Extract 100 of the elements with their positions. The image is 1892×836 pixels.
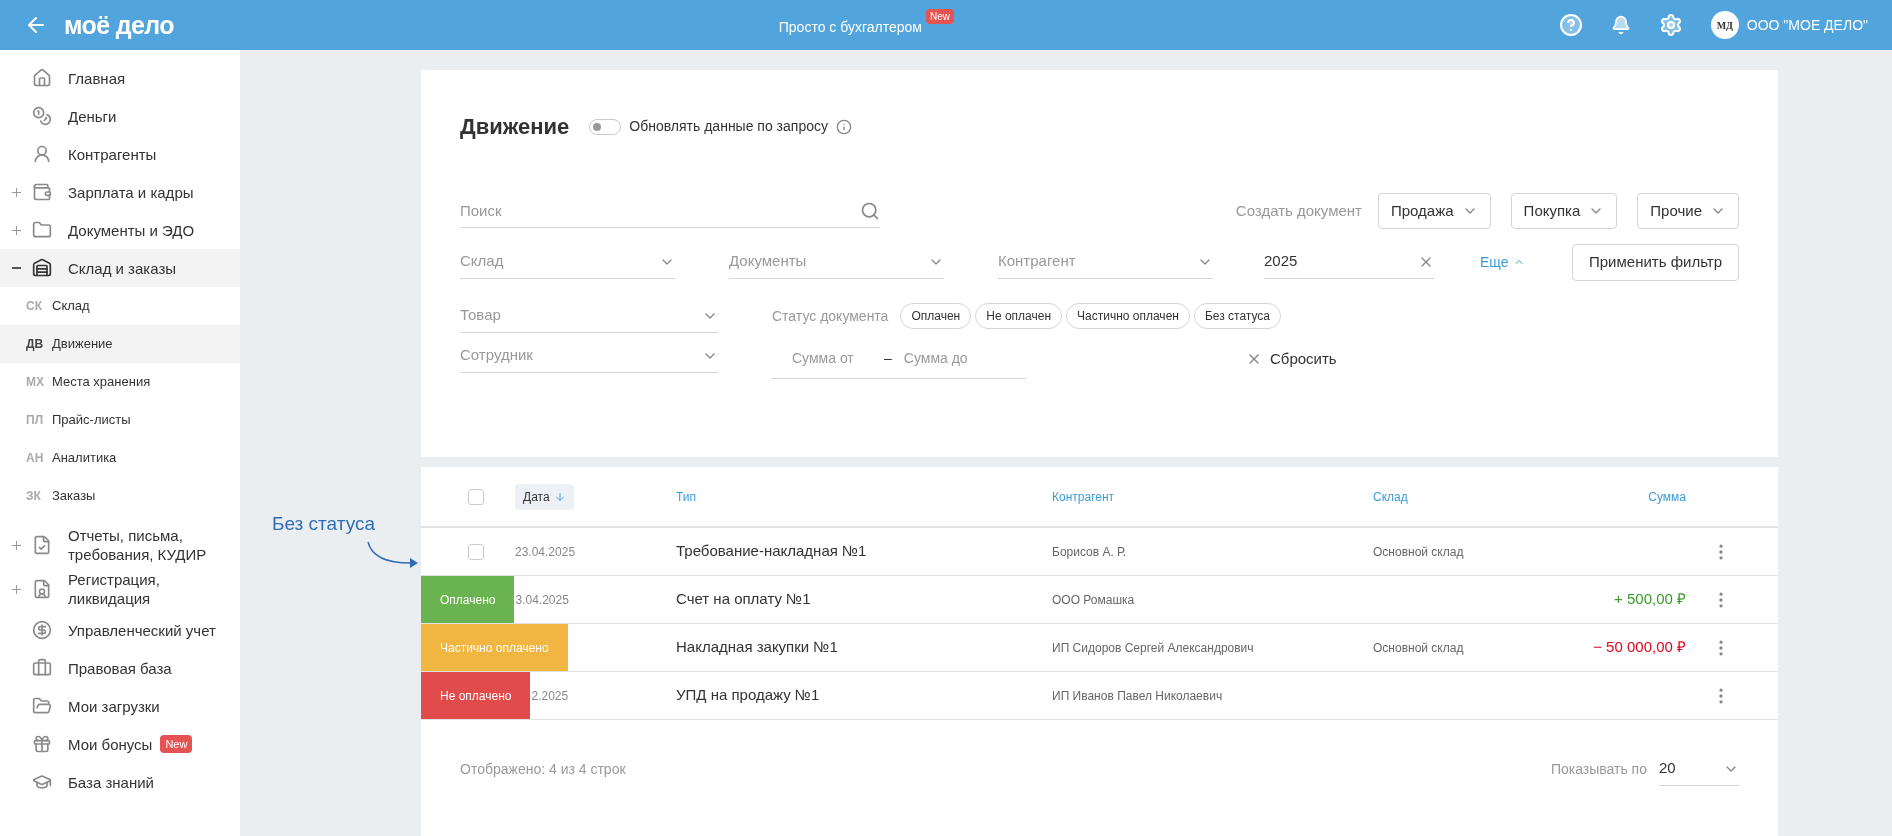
table-cell-text: Борисов А. Р. <box>1052 543 1128 561</box>
sidebar-item[interactable]: Мои загрузки <box>0 687 240 725</box>
sidebar-subitem[interactable]: ПЛ Прайс-листы <box>0 401 240 439</box>
sidebar-item[interactable]: Отчеты, письма, требования, КУДИР <box>0 523 240 567</box>
table-cell: Основной склад <box>1373 640 1464 655</box>
select-placeholder: Документы <box>729 251 807 272</box>
sidebar-item[interactable]: Регистрация, ликвидация <box>0 567 240 611</box>
sum-from-field[interactable]: Сумма от <box>772 339 872 379</box>
search-icon[interactable] <box>860 201 880 221</box>
search-field[interactable]: Поиск <box>460 194 880 228</box>
sort-down-icon <box>553 490 566 503</box>
sidebar-label: Места хранения <box>52 373 151 392</box>
expand-icon[interactable] <box>11 187 21 197</box>
toggle-label: Обновлять данные по запросу <box>629 117 828 136</box>
person-icon <box>32 144 52 164</box>
annotation-text: Без статуса <box>272 512 375 536</box>
info-icon[interactable] <box>836 118 852 135</box>
status-badge: Не оплачено <box>421 672 531 719</box>
table-cell-text: ИП Сидоров Сергей Александрович <box>1052 639 1255 657</box>
avatar[interactable]: МД <box>1710 11 1739 39</box>
select-placeholder: Склад <box>460 251 504 272</box>
sidebar-item[interactable]: Мои бонусы New <box>0 725 240 763</box>
sidebar-label: Аналитика <box>52 449 117 468</box>
table-cell-text: 23.04.2025 <box>515 543 577 561</box>
expand-icon[interactable] <box>11 540 21 550</box>
checkbox[interactable] <box>468 543 484 560</box>
select-placeholder: Сотрудник <box>460 345 533 366</box>
sidebar-item[interactable]: Склад и заказы <box>0 249 240 287</box>
sum-to-field[interactable]: Сумма до <box>903 339 1026 379</box>
gift-icon <box>32 734 52 754</box>
status-badge: Частично оплачено <box>421 624 568 671</box>
sidebar-label: Управленческий учет <box>68 620 216 640</box>
sidebar-item[interactable]: Правовая база <box>0 649 240 687</box>
sidebar-label: Прайс-листы <box>52 411 131 430</box>
reset-button[interactable]: Сбросить <box>1246 347 1337 371</box>
wallet-icon <box>32 182 52 202</box>
amount-cell: − 50 000,00 ₽ <box>1593 638 1686 656</box>
sidebar-subitem[interactable]: ЗК Заказы <box>0 477 240 515</box>
briefcase-icon <box>32 658 52 678</box>
subitem-abbreviation: МХ <box>26 374 45 391</box>
sidebar-subitem[interactable]: АН Аналитика <box>0 439 240 477</box>
toggle-switch[interactable] <box>589 118 622 135</box>
table-cell-text: 2.2025 <box>531 687 569 705</box>
table-cell[interactable]: Счет на оплату №1 <box>676 588 1052 611</box>
sidebar-label: Правовая база <box>68 658 172 678</box>
sidebar-subitem[interactable]: ДВ Движение <box>0 325 240 363</box>
sidebar-item[interactable]: Управленческий учет <box>0 611 240 649</box>
range-dash: – <box>872 339 904 379</box>
sidebar-label: Заказы <box>52 487 96 506</box>
sidebar-label: Зарплата и кадры <box>68 182 194 202</box>
expand-icon[interactable] <box>11 584 21 594</box>
table-cell[interactable]: УПД на продажу №1 <box>676 684 1052 707</box>
page-size-label: Показывать по <box>1550 759 1647 779</box>
subitem-abbreviation: ЗК <box>26 488 42 505</box>
create-document-button[interactable]: Покупка <box>1510 193 1618 229</box>
sidebar-subitem[interactable]: МХ Места хранения <box>0 363 240 401</box>
new-badge: New <box>925 8 954 24</box>
apply-filter-button[interactable]: Применить фильтр <box>1572 243 1739 281</box>
sidebar-label: Деньги <box>68 106 117 126</box>
coins-icon <box>32 106 52 126</box>
sidebar-item[interactable]: Контрагенты <box>0 135 240 173</box>
sidebar-label: Мои бонусы <box>68 734 153 754</box>
sidebar-label: Документы и ЭДО <box>68 220 195 240</box>
sidebar-item[interactable]: База знаний <box>0 763 240 801</box>
graduation-cap-icon <box>32 772 52 792</box>
bell-icon[interactable] <box>1610 15 1631 35</box>
settings-icon[interactable] <box>1658 13 1683 37</box>
select-placeholder: Контрагент <box>998 251 1076 272</box>
date-sort-button[interactable]: Дата <box>515 483 574 510</box>
checkbox[interactable] <box>468 488 484 505</box>
sidebar-label: Отчеты, письма, требования, КУДИР <box>68 526 208 564</box>
year-field[interactable]: 2025 <box>1264 245 1434 279</box>
sidebar-label: Склад и заказы <box>68 258 177 278</box>
sidebar-subitem[interactable]: СК Склад <box>0 287 240 325</box>
create-document-button[interactable]: Продажа <box>1378 193 1491 229</box>
document-check-icon <box>32 535 52 555</box>
help-icon[interactable] <box>1558 13 1583 37</box>
sidebar-label: Мои загрузки <box>68 696 160 716</box>
new-badge: New <box>160 734 193 754</box>
sidebar-item[interactable]: Деньги <box>0 97 240 135</box>
sidebar-label: Регистрация, ликвидация <box>68 570 161 608</box>
sidebar-item[interactable]: Главная <box>0 59 240 97</box>
table-cell: Основной склад <box>1373 544 1464 559</box>
subitem-abbreviation: ПЛ <box>26 412 45 429</box>
folder-icon <box>32 696 52 716</box>
create-document-button[interactable]: Прочие <box>1637 193 1739 229</box>
sidebar-item[interactable]: Документы и ЭДО <box>0 211 240 249</box>
expand-icon[interactable] <box>11 225 21 235</box>
sidebar-item[interactable]: Зарплата и кадры <box>0 173 240 211</box>
home-icon <box>32 68 52 88</box>
page-title: Движение <box>460 113 570 141</box>
sidebar-label: База знаний <box>68 772 154 792</box>
sidebar-label: Контрагенты <box>68 144 157 164</box>
warehouse-icon <box>32 258 52 278</box>
page-size-select[interactable]: 20 <box>1659 752 1739 786</box>
table-cell[interactable]: Накладная закупки №1 <box>676 636 1052 659</box>
select-placeholder: Товар <box>460 305 501 326</box>
table-cell-text: ООО Ромашка <box>1052 591 1136 609</box>
sidebar-label: Движение <box>52 335 113 354</box>
table-cell[interactable]: Требование-накладная №1 <box>676 540 1052 563</box>
